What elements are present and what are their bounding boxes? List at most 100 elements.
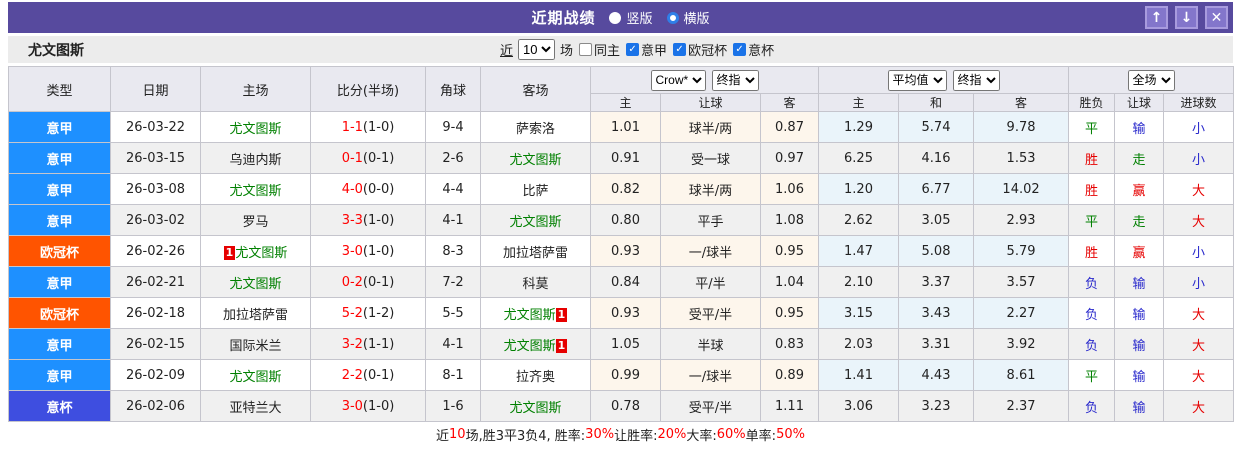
half-time-score: (1-0) bbox=[362, 398, 395, 414]
col-header-type: 类型 bbox=[8, 66, 111, 112]
col-header-home: 主场 bbox=[200, 66, 311, 112]
result-cell: 输 bbox=[1114, 390, 1165, 422]
filter-checkbox-item-2[interactable]: ✓ 欧冠杯 bbox=[673, 40, 727, 59]
score-cell: 3-0(1-0) bbox=[310, 235, 426, 267]
half-time-score: (1-0) bbox=[362, 243, 395, 259]
odds-cell: 3.57 bbox=[973, 266, 1070, 298]
result-cell: 平 bbox=[1068, 204, 1116, 236]
team-name-text: 加拉塔萨雷 bbox=[502, 245, 568, 261]
table-row: 意甲 26-03-15 乌迪内斯 0-1(0-1) 2-6 尤文图斯 0.91 受一球 0.97… bbox=[8, 142, 1235, 174]
subcol-goals: 进球数 bbox=[1163, 93, 1235, 112]
odds-cell: 2.10 bbox=[818, 266, 900, 298]
checkbox-checked-icon[interactable]: ✓ bbox=[733, 43, 747, 56]
table-row: 意杯 26-02-06 亚特兰大 3-0(1-0) 1-6 尤文图斯 0.78 受平/半 1.1… bbox=[8, 390, 1235, 422]
col-header-away: 客场 bbox=[480, 66, 591, 112]
odds-cell: 1.53 bbox=[973, 142, 1070, 174]
move-up-button[interactable]: ↑ bbox=[1145, 6, 1168, 29]
odds-cell: 5.08 bbox=[898, 235, 975, 267]
team-name-text: 萨索洛 bbox=[515, 121, 555, 137]
corner-cell: 1-6 bbox=[425, 390, 481, 422]
radio-label: 横版 bbox=[683, 12, 710, 27]
team-name-text: 尤文图斯 bbox=[509, 152, 562, 168]
result-cell: 输 bbox=[1114, 111, 1165, 143]
result-cell: 负 bbox=[1068, 266, 1116, 298]
odds-cell: 1.06 bbox=[759, 173, 820, 205]
half-time-score: (0-1) bbox=[362, 150, 395, 166]
average-select[interactable]: 平均值 bbox=[887, 69, 947, 91]
odds-cell: 1.05 bbox=[590, 328, 661, 360]
team-name-text: 拉齐奥 bbox=[515, 369, 555, 385]
odds-cell: 0.83 bbox=[759, 328, 820, 360]
subcol-europe-draw: 和 bbox=[898, 93, 975, 112]
half-time-score: (0-1) bbox=[362, 367, 395, 383]
checkbox-checked-icon[interactable]: ✓ bbox=[673, 43, 687, 56]
odds-cell: 3.06 bbox=[818, 390, 900, 422]
league-badge-cell: 欧冠杯 bbox=[8, 297, 111, 329]
odds-cell: 0.95 bbox=[759, 297, 820, 329]
period-select[interactable]: 全场 bbox=[1127, 69, 1175, 91]
team-name-text: 尤文图斯 bbox=[229, 276, 282, 292]
odds-cell: 5.74 bbox=[898, 111, 975, 143]
odds-cell: 受平/半 bbox=[660, 297, 761, 329]
odds-cell: 0.84 bbox=[590, 266, 661, 298]
europe-stage-select[interactable]: 终指 bbox=[952, 69, 1000, 91]
odds-cell: 平/半 bbox=[660, 266, 761, 298]
radio-icon[interactable] bbox=[666, 11, 679, 24]
odds-stage-select[interactable]: 终指 bbox=[711, 69, 759, 91]
result-cell: 胜 bbox=[1068, 142, 1116, 174]
league-badge-cell: 意甲 bbox=[8, 266, 111, 298]
filter-checkbox-item-1[interactable]: ✓ 意甲 bbox=[626, 40, 667, 59]
subcol-handicap-home: 主 bbox=[590, 93, 661, 112]
score-cell: 3-2(1-1) bbox=[310, 328, 426, 360]
close-button[interactable]: ✕ bbox=[1205, 6, 1228, 29]
date-cell: 26-02-26 bbox=[110, 235, 201, 267]
result-cell: 走 bbox=[1114, 142, 1165, 174]
move-down-button[interactable]: ↓ bbox=[1175, 6, 1198, 29]
result-cell: 输 bbox=[1114, 328, 1165, 360]
recent-link[interactable]: 近 bbox=[500, 40, 513, 59]
home-team-cell: 加拉塔萨雷 bbox=[200, 297, 311, 329]
away-team-cell: 尤文图斯 bbox=[480, 390, 591, 422]
result-cell: 负 bbox=[1068, 297, 1116, 329]
odds-cell: 0.93 bbox=[590, 235, 661, 267]
full-time-score: 3-0 bbox=[341, 243, 363, 259]
checkbox-checked-icon[interactable]: ✓ bbox=[626, 43, 640, 56]
bookmaker-select[interactable]: Crow* bbox=[650, 69, 706, 91]
summary-segment: 50% bbox=[776, 426, 805, 442]
recent-count-select[interactable]: 10 bbox=[518, 39, 556, 60]
checkbox-label: 意杯 bbox=[748, 44, 775, 59]
full-time-score: 3-3 bbox=[341, 212, 363, 228]
filter-controls: 近 10 场 同主 ✓ 意甲 ✓ 欧冠杯 ✓ 意杯 bbox=[500, 39, 774, 60]
filter-checkbox-item-0[interactable]: 同主 bbox=[579, 40, 620, 59]
radio-icon[interactable] bbox=[609, 11, 622, 24]
odds-cell: 1.08 bbox=[759, 204, 820, 236]
odds-cell: 1.29 bbox=[818, 111, 900, 143]
result-cell: 赢 bbox=[1114, 235, 1165, 267]
score-cell: 3-3(1-0) bbox=[310, 204, 426, 236]
result-cell: 走 bbox=[1114, 204, 1165, 236]
result-cell: 输 bbox=[1114, 266, 1165, 298]
summary-segment: 近 bbox=[436, 428, 450, 444]
view-mode-radio-1[interactable]: 横版 bbox=[666, 8, 710, 27]
odds-cell: 0.80 bbox=[590, 204, 661, 236]
checkbox-unchecked-icon[interactable] bbox=[579, 43, 593, 56]
date-cell: 26-02-21 bbox=[110, 266, 201, 298]
subcol-handicap-away: 客 bbox=[759, 93, 820, 112]
score-cell: 0-2(0-1) bbox=[310, 266, 426, 298]
games-label: 场 bbox=[560, 44, 574, 59]
view-mode-radio-0[interactable]: 竖版 bbox=[609, 8, 653, 27]
col-header-score: 比分(半场) bbox=[310, 66, 426, 112]
date-cell: 26-03-22 bbox=[110, 111, 201, 143]
result-cell: 胜 bbox=[1068, 235, 1116, 267]
team-name-text: 比萨 bbox=[522, 183, 549, 199]
panel-title: 近期战绩 bbox=[531, 9, 596, 27]
team-name-text: 尤文图斯 bbox=[509, 214, 562, 230]
corner-cell: 4-1 bbox=[425, 328, 481, 360]
filter-checkbox-item-3[interactable]: ✓ 意杯 bbox=[733, 40, 774, 59]
arrow-up-icon: ↑ bbox=[1150, 9, 1163, 26]
handicap-odds-group-header: Crow* 终指 bbox=[589, 66, 820, 94]
odds-cell: 平手 bbox=[660, 204, 761, 236]
radio-label: 竖版 bbox=[626, 12, 653, 27]
score-cell: 5-2(1-2) bbox=[310, 297, 426, 329]
footer-summary: 近 10 场,胜3平3负4, 胜率: 30% 让胜率: 20% 大率: 60% 单率: 50… bbox=[8, 422, 1233, 446]
